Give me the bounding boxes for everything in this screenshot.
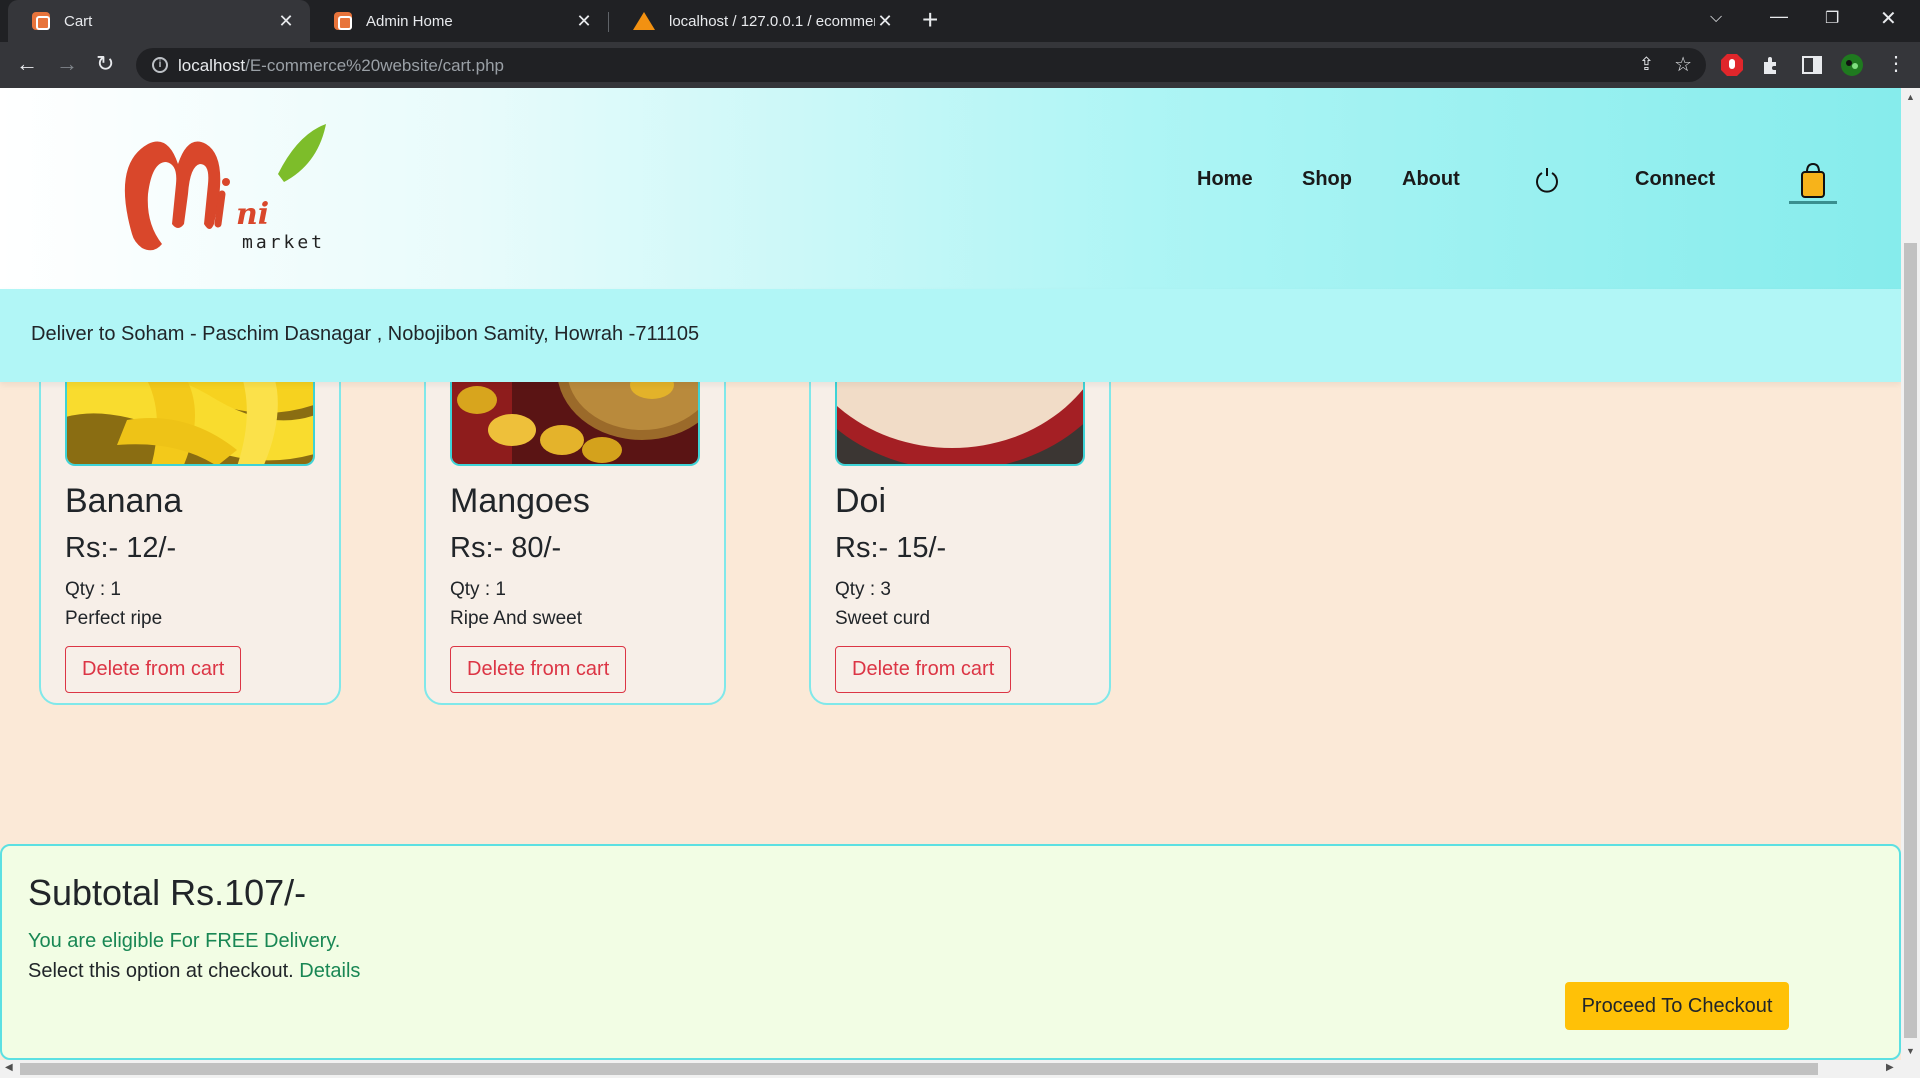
xampp-favicon-icon: [32, 12, 50, 30]
power-logout-icon[interactable]: [1534, 166, 1560, 194]
url-host: localhost: [178, 56, 246, 75]
scroll-up-arrow-icon[interactable]: ▲: [1906, 92, 1915, 102]
subtotal-heading: Subtotal Rs.107/-: [28, 872, 307, 913]
delete-from-cart-button[interactable]: Delete from cart: [450, 646, 627, 693]
product-quantity: Qty : 3: [835, 579, 891, 600]
nav-connect[interactable]: Connect: [1635, 168, 1715, 191]
site-info-icon[interactable]: i: [152, 57, 168, 73]
new-tab-plus-icon[interactable]: +: [922, 4, 938, 36]
tab-cart[interactable]: Cart ✕: [8, 0, 310, 42]
scroll-down-arrow-icon[interactable]: ▼: [1906, 1046, 1915, 1056]
tab-title: Admin Home: [366, 12, 453, 30]
mini-market-logo[interactable]: ni market: [118, 124, 338, 254]
side-panel-icon[interactable]: [1800, 53, 1824, 77]
cart-link[interactable]: [1789, 162, 1837, 204]
product-description: Ripe And sweet: [450, 608, 583, 629]
delete-from-cart-button[interactable]: Delete from cart: [835, 646, 1012, 693]
address-bar[interactable]: i localhost/E-commerce%20website/cart.ph…: [136, 48, 1706, 82]
subtotal-panel: Subtotal Rs.107/- You are eligible For F…: [0, 844, 1901, 1060]
product-price: Rs:- 15/-: [835, 532, 947, 564]
product-quantity: Qty : 1: [65, 579, 121, 600]
share-icon[interactable]: ⇪: [1639, 54, 1654, 75]
free-delivery-text: You are eligible For FREE Delivery.: [28, 930, 341, 952]
page-viewport: Banana Rs:- 12/- Qty : 1 Perfect ripe De…: [0, 88, 1901, 1060]
browser-tab-bar: Cart ✕ Admin Home ✕ localhost / 127.0.0.…: [0, 0, 1920, 42]
tab-admin-home[interactable]: Admin Home ✕: [310, 0, 608, 42]
details-link[interactable]: Details: [299, 960, 360, 982]
product-price: Rs:- 12/-: [65, 532, 177, 564]
scroll-right-arrow-icon[interactable]: ▶: [1886, 1062, 1894, 1073]
product-quantity: Qty : 1: [450, 579, 506, 600]
reload-icon[interactable]: ↻: [96, 51, 114, 77]
tab-search-chevron-icon[interactable]: ⌵: [1710, 9, 1722, 27]
product-name: Banana: [65, 482, 183, 520]
svg-text:ni: ni: [236, 197, 269, 232]
nav-shop[interactable]: Shop: [1302, 168, 1352, 191]
extensions-puzzle-icon[interactable]: [1760, 53, 1784, 77]
scroll-left-arrow-icon[interactable]: ◀: [5, 1062, 13, 1073]
close-icon[interactable]: ✕: [574, 11, 594, 32]
bookmark-star-icon[interactable]: ☆: [1674, 52, 1692, 77]
product-name: Mangoes: [450, 482, 590, 520]
tab-title: Cart: [64, 12, 93, 30]
product-price: Rs:- 80/-: [450, 532, 562, 564]
xampp-favicon-icon: [334, 12, 352, 30]
scrollbar-thumb[interactable]: [20, 1063, 1818, 1075]
close-icon[interactable]: ✕: [875, 11, 895, 32]
tab-title: localhost / 127.0.0.1 / ecommerce: [669, 12, 875, 30]
scrollbar-thumb[interactable]: [1904, 243, 1917, 1038]
nav-about[interactable]: About: [1402, 168, 1460, 191]
profile-avatar[interactable]: [1840, 53, 1864, 77]
browser-toolbar: ← → ↻ i localhost/E-commerce%20website/c…: [0, 42, 1920, 88]
window-close-icon[interactable]: ✕: [1880, 6, 1897, 31]
close-icon[interactable]: ✕: [276, 11, 296, 32]
url-text[interactable]: localhost/E-commerce%20website/cart.php: [178, 56, 504, 76]
forward-arrow-icon[interactable]: →: [56, 51, 78, 77]
product-description: Perfect ripe: [65, 608, 163, 629]
shopping-bag-icon: [1801, 162, 1825, 198]
delete-from-cart-button[interactable]: Delete from cart: [65, 646, 242, 693]
adblock-extension-icon[interactable]: [1720, 53, 1744, 77]
horizontal-scrollbar[interactable]: ◀ ▶: [0, 1060, 1920, 1078]
product-description: Sweet curd: [835, 608, 931, 629]
nav-home[interactable]: Home: [1197, 168, 1253, 191]
option-text: Select this option at checkout.: [28, 960, 294, 982]
more-options-icon[interactable]: ⋮: [1886, 51, 1906, 76]
delivery-address-bar: Deliver to Soham - Paschim Dasnagar , No…: [0, 289, 1901, 382]
vertical-scrollbar[interactable]: ▲ ▼: [1901, 88, 1920, 1060]
logo-market-text: market: [242, 232, 325, 253]
site-header: ni market Home Shop About Connect: [0, 88, 1901, 289]
delivery-address-text: Deliver to Soham - Paschim Dasnagar , No…: [31, 323, 700, 345]
tab-phpmyadmin[interactable]: localhost / 127.0.0.1 / ecommerce ✕: [609, 0, 909, 42]
minimize-icon[interactable]: —: [1770, 6, 1788, 27]
proceed-to-checkout-button[interactable]: Proceed To Checkout: [1565, 982, 1789, 1030]
product-name: Doi: [835, 482, 887, 520]
checkout-option-text: Select this option at checkout. Details: [28, 960, 360, 983]
restore-icon[interactable]: ❐: [1825, 8, 1839, 28]
back-arrow-icon[interactable]: ←: [16, 51, 38, 77]
url-path: /E-commerce%20website/cart.php: [245, 56, 504, 75]
phpmyadmin-favicon-icon: [633, 12, 655, 30]
